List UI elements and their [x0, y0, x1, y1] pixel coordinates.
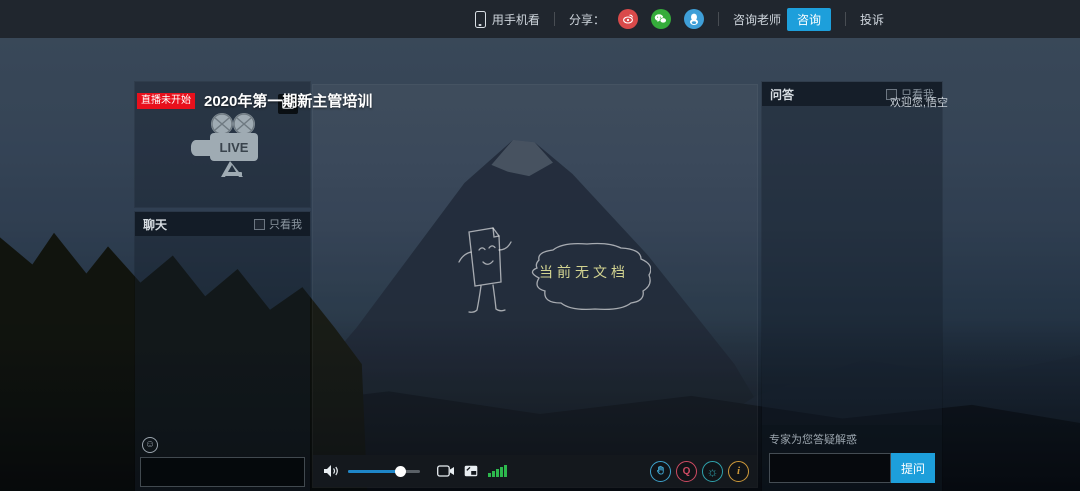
phone-icon	[475, 11, 486, 28]
qa-prompt-text: 专家为您答疑解惑	[769, 431, 935, 447]
chat-title: 聊天	[143, 216, 167, 233]
smiley-icon[interactable]: ☺	[142, 437, 158, 453]
status-badge: 直播未开始	[137, 93, 195, 109]
qa-button[interactable]: Q	[676, 461, 697, 482]
complaint-link[interactable]: 投诉	[860, 11, 884, 28]
live-camera-icon: LIVE	[184, 108, 262, 182]
qq-share-icon[interactable]	[684, 9, 704, 29]
speaker-icon[interactable]	[323, 464, 340, 478]
svg-text:LIVE: LIVE	[219, 140, 248, 155]
chat-input[interactable]	[140, 457, 305, 487]
watch-on-phone[interactable]: 用手机看	[475, 11, 540, 28]
main-area: 直播未开始 2020年第一期新主管培训 欢迎您,悟空 LIVE 聊天	[0, 38, 1080, 491]
qa-title: 问答	[770, 86, 794, 103]
volume-slider-knob[interactable]	[395, 466, 406, 477]
chat-message-list[interactable]	[135, 236, 310, 433]
consult-group: 咨询老师 咨询	[733, 8, 831, 31]
chat-header: 聊天 只看我	[135, 212, 310, 236]
stream-header: 直播未开始 2020年第一期新主管培训	[137, 90, 372, 111]
page-title: 2020年第一期新主管培训	[204, 90, 372, 111]
checkbox-icon	[254, 219, 265, 230]
chat-only-me-checkbox[interactable]: 只看我	[254, 216, 302, 232]
divider	[554, 12, 555, 26]
wechat-share-icon[interactable]	[651, 9, 671, 29]
weibo-share-icon[interactable]	[618, 9, 638, 29]
no-document-text: 当前无文档	[539, 264, 629, 280]
qa-input[interactable]	[769, 453, 891, 483]
volume-slider-fill	[348, 470, 400, 473]
camera-icon[interactable]	[437, 465, 455, 477]
consult-teacher-label: 咨询老师	[733, 11, 781, 28]
divider	[845, 12, 846, 26]
consult-button[interactable]: 咨询	[787, 8, 831, 31]
no-document-doodle: 当前无文档	[441, 210, 651, 335]
video-stage[interactable]: 当前无文档 Q	[313, 85, 757, 487]
share-group: 分享：	[569, 9, 704, 29]
settings-button[interactable]: ☼	[702, 461, 723, 482]
chat-only-me-label: 只看我	[269, 216, 302, 232]
stage-action-buttons: Q ☼ i	[650, 461, 749, 482]
chat-panel: 聊天 只看我 ☺	[135, 212, 310, 491]
watch-on-phone-label: 用手机看	[492, 11, 540, 28]
qa-footer: 专家为您答疑解惑 提问	[762, 425, 942, 491]
signal-bars-icon	[488, 465, 507, 477]
info-button[interactable]: i	[728, 461, 749, 482]
qa-message-list[interactable]	[762, 106, 942, 425]
share-label: 分享：	[569, 11, 605, 28]
volume-slider[interactable]	[348, 470, 420, 473]
topbar: 用手机看 分享： 咨询老师 咨询 投诉	[0, 0, 1080, 38]
welcome-text: 欢迎您,悟空	[890, 94, 948, 110]
pip-swap-icon[interactable]	[464, 465, 478, 477]
chat-footer: ☺	[135, 433, 310, 491]
complaint-label: 投诉	[860, 11, 884, 28]
ask-question-button[interactable]: 提问	[891, 453, 935, 483]
divider	[718, 12, 719, 26]
qa-panel: 问答 只看我 专家为您答疑解惑 提问	[762, 82, 942, 491]
raise-hand-button[interactable]	[650, 461, 671, 482]
video-control-bar: Q ☼ i	[313, 455, 757, 487]
